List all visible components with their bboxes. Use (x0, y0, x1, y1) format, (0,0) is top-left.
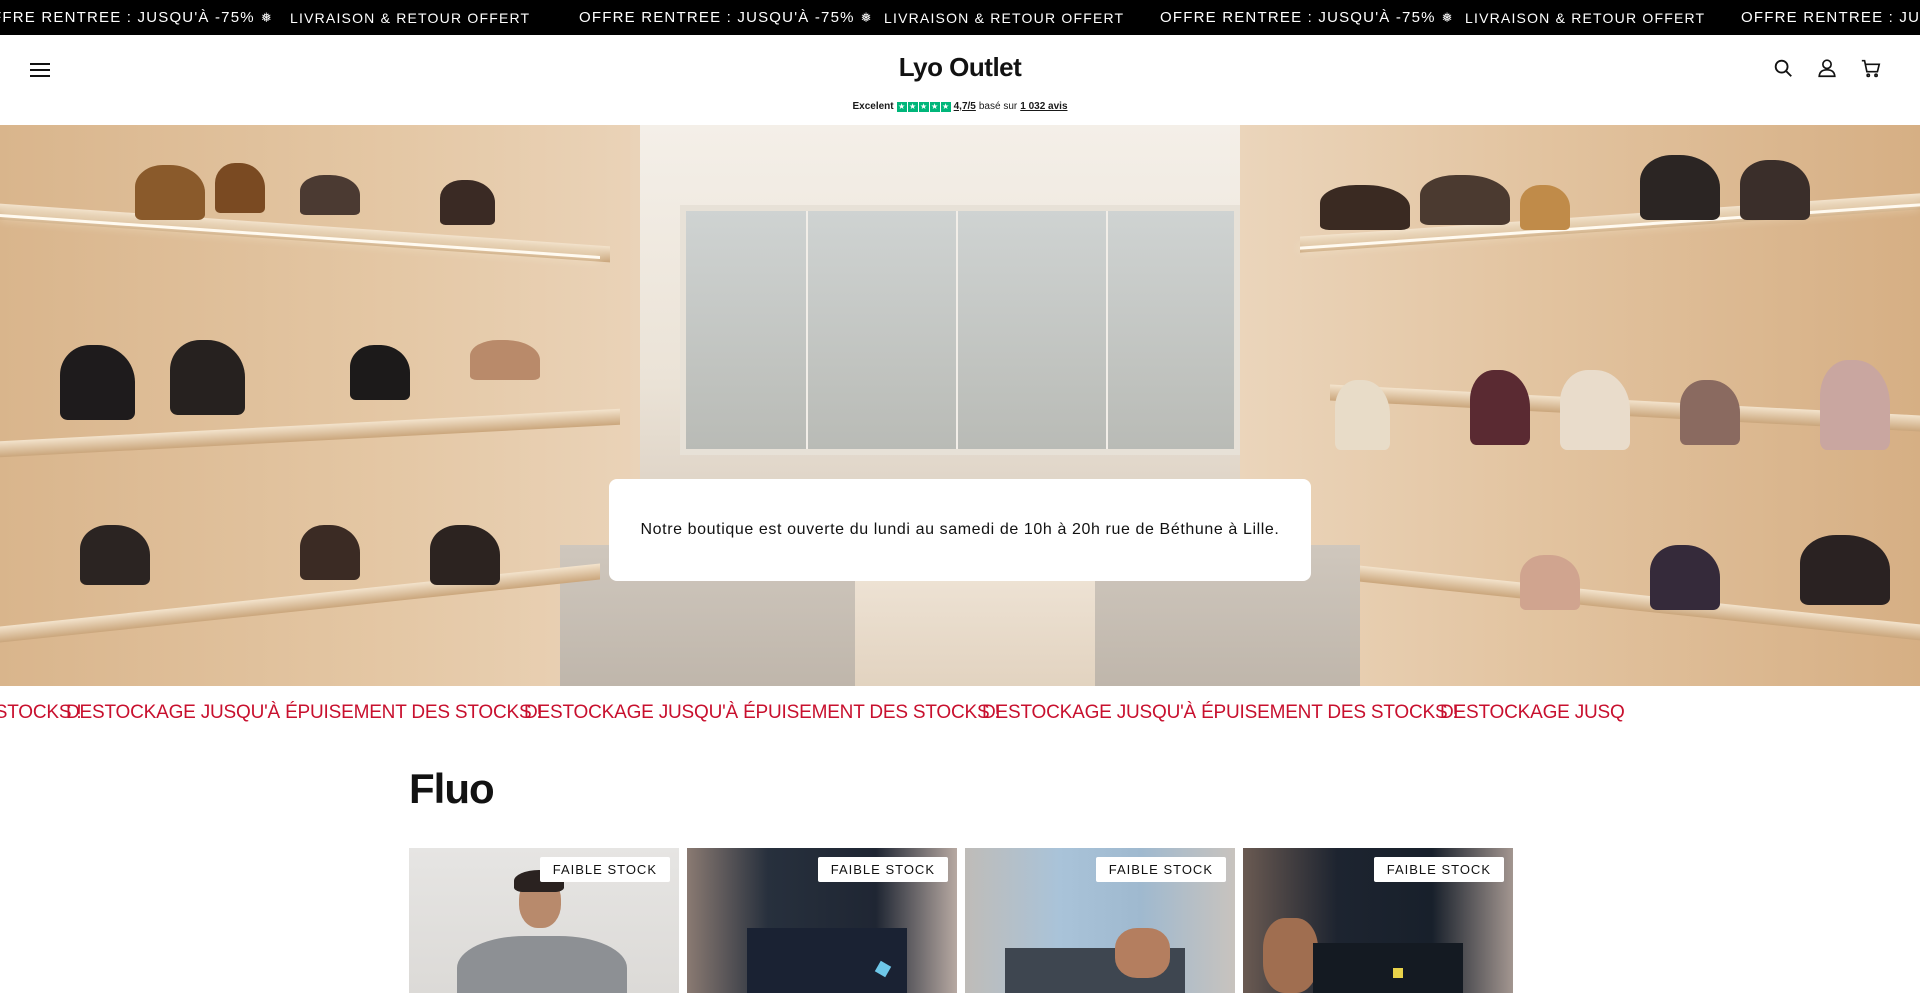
site-logo[interactable]: Lyo Outlet (0, 52, 1920, 83)
star-icon: ★ (929, 101, 940, 112)
cart-icon[interactable] (1858, 55, 1884, 81)
snowflake-icon: ❅ (1441, 9, 1454, 25)
star-icon: ★ (918, 101, 929, 112)
marquee-item: DESTOCKAGE JUSQU'À ÉPUISEMENT DES STOCKS… (66, 702, 542, 723)
marquee-item: DESTOCKAGE JUSQ (1440, 702, 1625, 723)
announcement-text: OFFRE RENTREE : JUSQU'À -75% (579, 9, 855, 26)
search-icon[interactable] (1770, 55, 1796, 81)
announcement-item: LIVRAISON & RETOUR OFFERT (884, 10, 1160, 26)
product-card[interactable]: FAIBLE STOCK (409, 848, 679, 993)
trust-stars: ★ ★ ★ ★ ★ (896, 101, 951, 112)
announcement-item: LIVRAISON & RETOUR OFFERT (1465, 10, 1741, 26)
collection-title: Fluo (409, 765, 495, 812)
announcement-item: OFFRE RENTREE : JUSQU'À -75% ❅ (1160, 9, 1465, 26)
hero-banner: Notre boutique est ouverte du lundi au s… (0, 125, 1920, 686)
trust-label: Excelent (852, 101, 894, 112)
trust-score[interactable]: 4,7/5 (954, 101, 976, 112)
trustpilot-widget[interactable]: Excelent ★ ★ ★ ★ ★ 4,7/5 basé sur 1 032 … (0, 101, 1920, 112)
announcement-item: FFRE RENTREE : JUSQU'À -75% ❅ (0, 9, 290, 26)
marquee-item: DESTOCKAGE JUSQU'À ÉPUISEMENT DES STOCKS… (982, 702, 1458, 723)
low-stock-badge: FAIBLE STOCK (1373, 857, 1504, 882)
marquee-item: CKAGE JUSQU'À ÉPUISEMENT DES STOCKS ! (0, 702, 82, 723)
announcement-item: OFFRE RENTREE : JUSQU'À -75% ❅ (579, 9, 884, 26)
star-icon: ★ (907, 101, 918, 112)
announcement-text: LIVRAISON & RETOUR OFFERT (1465, 9, 1706, 26)
hero-bench (855, 565, 1095, 686)
announcement-text: LIVRAISON & RETOUR OFFERT (290, 9, 531, 26)
low-stock-badge: FAIBLE STOCK (817, 857, 948, 882)
announcement-text: FFRE RENTREE : JUSQU'À -75% (0, 9, 255, 26)
announcement-item: LIVRAISON & RETOUR OFFERT (290, 10, 579, 26)
stock-marquee: CKAGE JUSQU'À ÉPUISEMENT DES STOCKS ! DE… (0, 686, 1920, 741)
product-card[interactable]: FAIBLE STOCK (1243, 848, 1513, 993)
announcement-track: FFRE RENTREE : JUSQU'À -75% ❅ LIVRAISON … (0, 0, 1920, 35)
low-stock-badge: FAIBLE STOCK (539, 857, 670, 882)
product-grid: FAIBLE STOCK FAIBLE STOCK FAIBLE STOCK F… (409, 848, 1513, 993)
hero-message: Notre boutique est ouverte du lundi au s… (640, 521, 1280, 538)
trust-based-on: basé sur (978, 101, 1018, 112)
marquee-item: DESTOCKAGE JUSQU'À ÉPUISEMENT DES STOCKS… (524, 702, 1000, 723)
low-stock-badge: FAIBLE STOCK (1095, 857, 1226, 882)
header-icons (1770, 55, 1884, 81)
trust-reviews-link[interactable]: 1 032 avis (1020, 101, 1067, 112)
site-header: Lyo Outlet Excelent ★ ★ ★ ★ ★ 4,7/5 basé… (0, 35, 1920, 125)
hero-info-card: Notre boutique est ouverte du lundi au s… (609, 479, 1311, 581)
announcement-text: OFFRE RENTREE : JUSQU'À -75% (1160, 9, 1436, 26)
product-card[interactable]: FAIBLE STOCK (687, 848, 957, 993)
marquee-track: CKAGE JUSQU'À ÉPUISEMENT DES STOCKS ! DE… (0, 702, 1898, 724)
announcement-text: OFFRE RENTREE : JUSQ (1741, 9, 1920, 26)
star-icon: ★ (940, 101, 951, 112)
snowflake-icon: ❅ (860, 9, 873, 25)
product-card[interactable]: FAIBLE STOCK (965, 848, 1235, 993)
snowflake-icon: ❅ (260, 9, 273, 25)
announcement-text: LIVRAISON & RETOUR OFFERT (884, 9, 1125, 26)
star-icon: ★ (896, 101, 907, 112)
account-icon[interactable] (1814, 55, 1840, 81)
announcement-bar: FFRE RENTREE : JUSQU'À -75% ❅ LIVRAISON … (0, 0, 1920, 35)
hero-storefront-window (680, 205, 1240, 455)
announcement-item: OFFRE RENTREE : JUSQ (1741, 9, 1920, 26)
